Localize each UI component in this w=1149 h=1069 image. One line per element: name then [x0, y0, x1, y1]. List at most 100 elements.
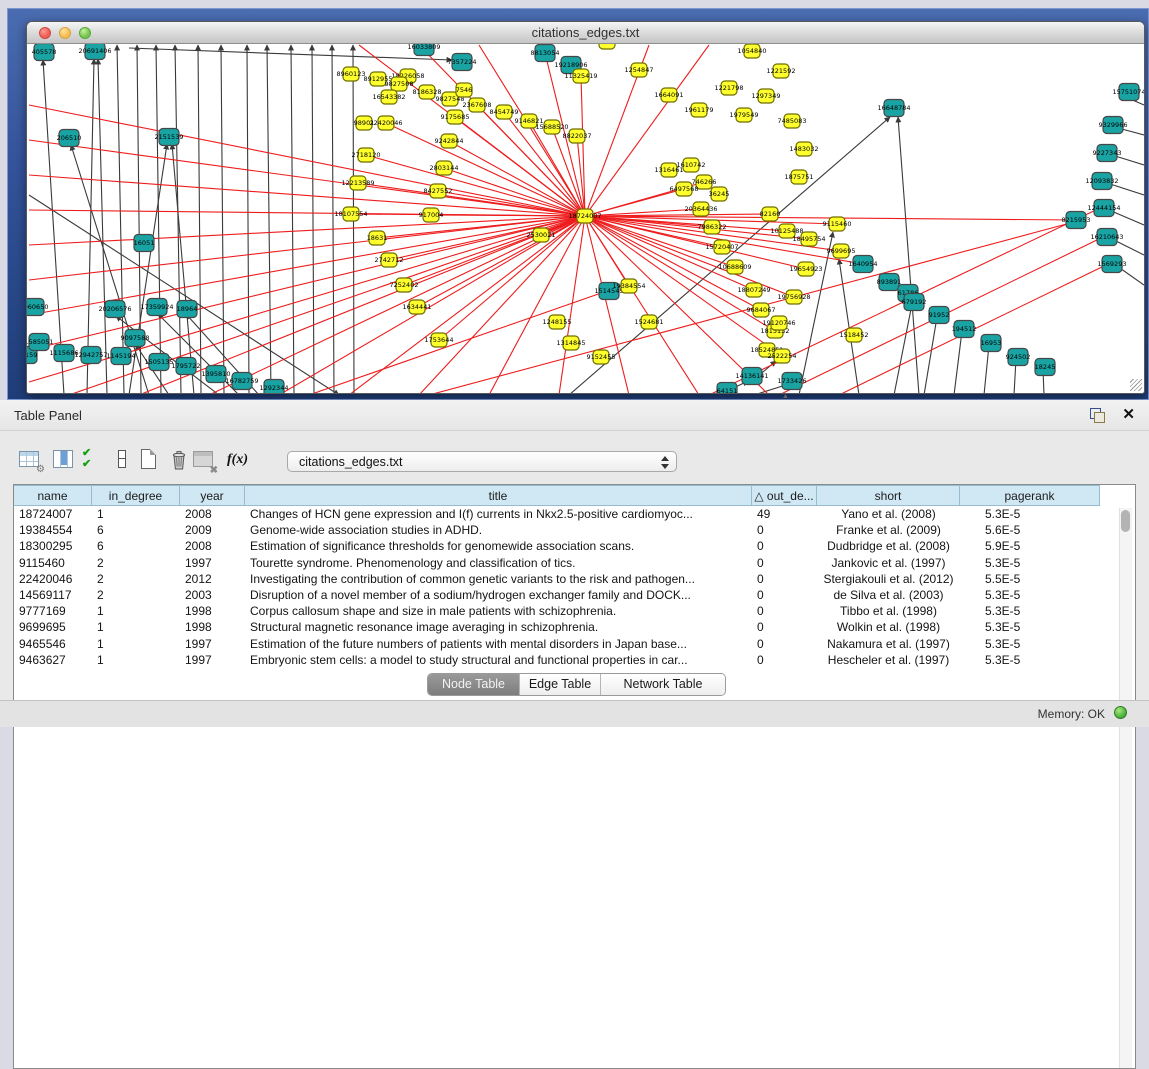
graph-node[interactable]: 9152455: [587, 350, 616, 364]
graph-node[interactable]: 12942757: [74, 347, 107, 364]
cell-title[interactable]: Estimation of significance thresholds fo…: [245, 538, 752, 554]
cell-name[interactable]: 18300295: [14, 538, 92, 554]
cell-title[interactable]: Changes of HCN gene expression and I(f) …: [245, 506, 752, 522]
graph-node[interactable]: 20691406: [78, 44, 111, 60]
network-view-window[interactable]: citations_edges.txt 405578 20691406 206510…: [26, 21, 1145, 394]
graph-node[interactable]: 16648784: [877, 100, 910, 117]
cell-in_degree[interactable]: 2: [92, 555, 180, 571]
graph-node[interactable]: 18631: [367, 231, 388, 245]
cell-out_de[interactable]: 0: [752, 571, 817, 587]
table-row[interactable]: 2242004622012Investigating the contribut…: [14, 571, 1135, 587]
cell-pagerank[interactable]: 5.3E-5: [960, 652, 1100, 668]
graph-node[interactable]: 8960123: [337, 67, 366, 81]
cell-name[interactable]: 9465546: [14, 636, 92, 652]
cell-year[interactable]: 2008: [180, 506, 245, 522]
cell-out_de[interactable]: 0: [752, 522, 817, 538]
cell-out_de[interactable]: 0: [752, 603, 817, 619]
graph-node[interactable]: 9827508: [385, 77, 414, 91]
cell-in_degree[interactable]: 1: [92, 603, 180, 619]
graph-node[interactable]: 1524681: [635, 315, 664, 329]
graph-node[interactable]: 2742712: [375, 253, 404, 267]
cell-year[interactable]: 1997: [180, 636, 245, 652]
graph-node[interactable]: 1297349: [752, 89, 781, 103]
cell-short[interactable]: Stergiakouli et al. (2012): [817, 571, 960, 587]
graph-node[interactable]: 1875751: [785, 170, 814, 184]
graph-node[interactable]: 2151539: [155, 129, 184, 146]
graph-node[interactable]: 17359924: [140, 299, 173, 316]
graph-node[interactable]: 7357224: [448, 54, 477, 71]
cell-title[interactable]: Embryonic stem cells: a model to study s…: [245, 652, 752, 668]
network-table-select[interactable]: citations_edges.txt: [287, 451, 677, 472]
graph-node[interactable]: 1248155: [543, 315, 572, 329]
graph-node[interactable]: 64151: [717, 383, 738, 395]
cell-short[interactable]: Nakamura et al. (1997): [817, 636, 960, 652]
graph-node[interactable]: 16543382: [372, 90, 405, 104]
cell-short[interactable]: Tibbo et al. (1998): [817, 603, 960, 619]
column-header-title[interactable]: title: [245, 485, 752, 506]
cell-pagerank[interactable]: 5.3E-5: [960, 587, 1100, 603]
cell-pagerank[interactable]: 5.3E-5: [960, 603, 1100, 619]
graph-node[interactable]: 9699695: [827, 244, 856, 258]
cell-pagerank[interactable]: 5.6E-5: [960, 522, 1100, 538]
graph-node[interactable]: 12444154: [1087, 200, 1120, 217]
cell-year[interactable]: 2012: [180, 571, 245, 587]
column-header-short[interactable]: short: [817, 485, 960, 506]
graph-node[interactable]: 18245: [1035, 359, 1056, 376]
cell-title[interactable]: Corpus callosum shape and size in male p…: [245, 603, 752, 619]
table-row[interactable]: 1830029562008Estimation of significance …: [14, 538, 1135, 554]
cell-short[interactable]: Franke et al. (2009): [817, 522, 960, 538]
memory-status-indicator[interactable]: [1114, 706, 1127, 719]
tab-network-table[interactable]: Network Table: [601, 674, 725, 695]
row-height-icon[interactable]: [111, 448, 135, 472]
graph-node[interactable]: 1054840: [738, 44, 767, 58]
graph-node[interactable]: 405578: [32, 44, 57, 61]
graph-node[interactable]: 206510: [57, 130, 82, 147]
cell-title[interactable]: Disruption of a novel member of a sodium…: [245, 587, 752, 603]
tab-edge-table[interactable]: Edge Table: [520, 674, 601, 695]
graph-node[interactable]: 18964: [177, 301, 198, 318]
window-titlebar[interactable]: citations_edges.txt: [27, 22, 1144, 44]
graph-node[interactable]: 7546: [456, 83, 473, 97]
show-columns-icon[interactable]: [52, 448, 76, 472]
graph-node[interactable]: 11325419: [564, 69, 597, 83]
graph-node[interactable]: 1292344: [260, 380, 289, 395]
cell-name[interactable]: 18724007: [14, 506, 92, 522]
cell-pagerank[interactable]: 5.3E-5: [960, 506, 1100, 522]
cell-in_degree[interactable]: 1: [92, 619, 180, 635]
column-header-in_degree[interactable]: in_degree: [92, 485, 180, 506]
function-builder-icon[interactable]: f(x): [227, 448, 251, 472]
close-panel-icon[interactable]: ✕: [1122, 405, 1135, 423]
graph-node[interactable]: 9115460: [823, 217, 852, 231]
graph-node[interactable]: 1795722: [172, 358, 201, 375]
graph-node[interactable]: 9684067: [747, 303, 776, 317]
graph-node[interactable]: 1518452: [840, 328, 869, 342]
column-header-name[interactable]: name: [14, 485, 92, 506]
graph-node[interactable]: 1733426: [778, 373, 807, 390]
cell-in_degree[interactable]: 1: [92, 636, 180, 652]
graph-node[interactable]: 14136141: [735, 368, 768, 385]
graph-node[interactable]: 1145194: [107, 348, 136, 365]
graph-node[interactable]: 7252402: [390, 278, 419, 292]
graph-node[interactable]: 1634441: [403, 300, 432, 314]
cell-in_degree[interactable]: 6: [92, 538, 180, 554]
graph-node[interactable]: 55723: [597, 44, 618, 49]
graph-node[interactable]: 1664091: [655, 88, 684, 102]
cell-pagerank[interactable]: 5.3E-5: [960, 555, 1100, 571]
graph-node[interactable]: 91952: [929, 307, 950, 324]
cell-year[interactable]: 1997: [180, 652, 245, 668]
scrollbar-thumb[interactable]: [1121, 510, 1130, 532]
graph-node[interactable]: 1505135: [145, 354, 174, 371]
cell-short[interactable]: Dudbridge et al. (2008): [817, 538, 960, 554]
graph-node[interactable]: 1483032: [790, 142, 819, 156]
graph-node[interactable]: 20206576: [98, 301, 131, 318]
cell-out_de[interactable]: 0: [752, 636, 817, 652]
graph-node[interactable]: 8813054: [531, 45, 560, 62]
table-row[interactable]: 977716911998Corpus callosum shape and si…: [14, 603, 1135, 619]
graph-node[interactable]: 1314845: [557, 336, 586, 350]
graph-node[interactable]: 9175685: [441, 110, 470, 124]
cell-short[interactable]: Hescheler et al. (1997): [817, 652, 960, 668]
table-row[interactable]: 1938455462009Genome-wide association stu…: [14, 522, 1135, 538]
graph-node[interactable]: 9227343: [1093, 145, 1122, 162]
table-row[interactable]: 1456911722003Disruption of a novel membe…: [14, 587, 1135, 603]
column-header-out_de[interactable]: △ out_de...: [752, 485, 817, 506]
